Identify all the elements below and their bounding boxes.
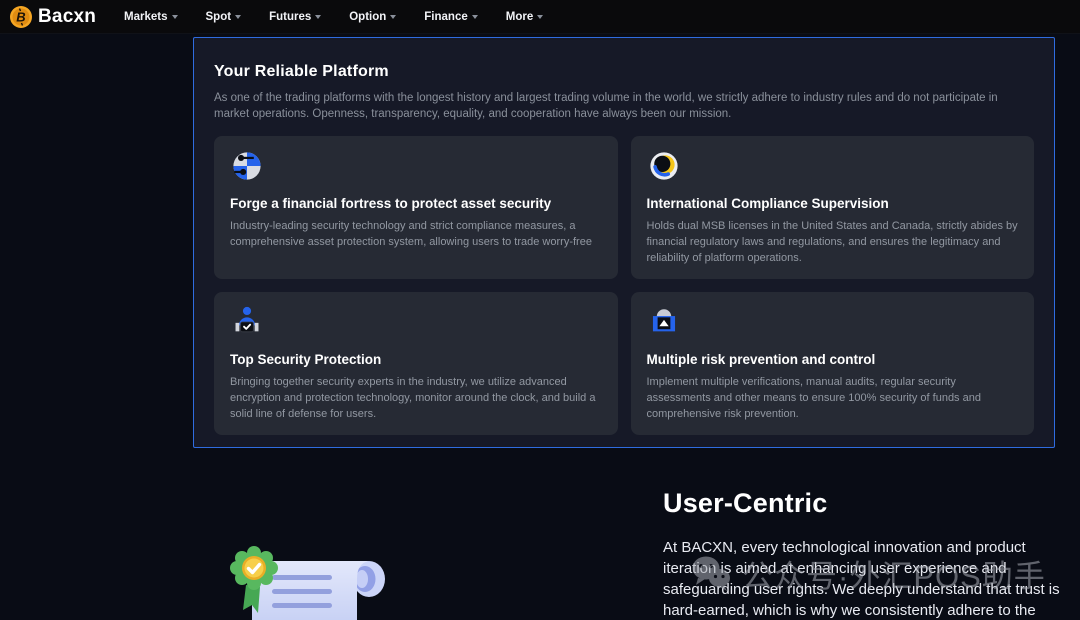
certificate-illustration xyxy=(228,545,406,620)
feature-card-grid: Forge a financial fortress to protect as… xyxy=(208,136,1040,435)
nav-item-label: More xyxy=(506,11,533,23)
feature-card-compliance: International Compliance Supervision Hol… xyxy=(631,136,1035,279)
chevron-down-icon xyxy=(390,15,396,19)
nav-item-markets[interactable]: Markets xyxy=(110,0,191,34)
brand-logo[interactable]: B Bacxn xyxy=(10,6,96,28)
user-centric-title: User-Centric xyxy=(663,488,1065,519)
card-title: Multiple risk prevention and control xyxy=(647,352,1019,367)
security-expert-icon xyxy=(230,305,264,339)
card-description: Implement multiple verifications, manual… xyxy=(647,374,1019,422)
card-description: Industry-leading security technology and… xyxy=(230,218,602,250)
card-title: Top Security Protection xyxy=(230,352,602,367)
user-centric-section: User-Centric At BACXN, every technologic… xyxy=(663,488,1065,620)
nav-item-option[interactable]: Option xyxy=(335,0,410,34)
card-description: Holds dual MSB licenses in the United St… xyxy=(647,218,1019,266)
chevron-down-icon xyxy=(537,15,543,19)
panel-subtitle: As one of the trading platforms with the… xyxy=(214,90,1034,122)
nav-item-label: Finance xyxy=(424,11,467,23)
bitcoin-logo-icon: B xyxy=(10,6,32,28)
card-description: Bringing together security experts in th… xyxy=(230,374,602,422)
card-title: International Compliance Supervision xyxy=(647,196,1019,211)
nav-item-spot[interactable]: Spot xyxy=(192,0,256,34)
feature-card-risk-control: Multiple risk prevention and control Imp… xyxy=(631,292,1035,435)
pie-network-icon xyxy=(230,149,264,183)
top-nav: B Bacxn Markets Spot Futures Option Fina… xyxy=(0,0,1080,34)
compliance-globe-icon xyxy=(647,149,681,183)
chevron-down-icon xyxy=(235,15,241,19)
nav-item-more[interactable]: More xyxy=(492,0,557,34)
nav-item-futures[interactable]: Futures xyxy=(255,0,335,34)
panel-title: Your Reliable Platform xyxy=(214,63,1034,81)
nav-item-finance[interactable]: Finance xyxy=(410,0,491,34)
nav-item-label: Option xyxy=(349,11,386,23)
brand-name: Bacxn xyxy=(38,6,96,28)
chevron-down-icon xyxy=(472,15,478,19)
nav-item-label: Futures xyxy=(269,11,311,23)
feature-card-asset-security: Forge a financial fortress to protect as… xyxy=(214,136,618,279)
nav-item-label: Spot xyxy=(206,11,232,23)
reliable-platform-panel: Your Reliable Platform As one of the tra… xyxy=(193,37,1055,448)
nav-item-label: Markets xyxy=(124,11,167,23)
risk-lock-icon xyxy=(647,305,681,339)
chevron-down-icon xyxy=(315,15,321,19)
svg-text:B: B xyxy=(16,9,25,24)
user-centric-paragraph: At BACXN, every technological innovation… xyxy=(663,537,1065,620)
chevron-down-icon xyxy=(172,15,178,19)
card-title: Forge a financial fortress to protect as… xyxy=(230,196,602,211)
feature-card-top-security: Top Security Protection Bringing togethe… xyxy=(214,292,618,435)
